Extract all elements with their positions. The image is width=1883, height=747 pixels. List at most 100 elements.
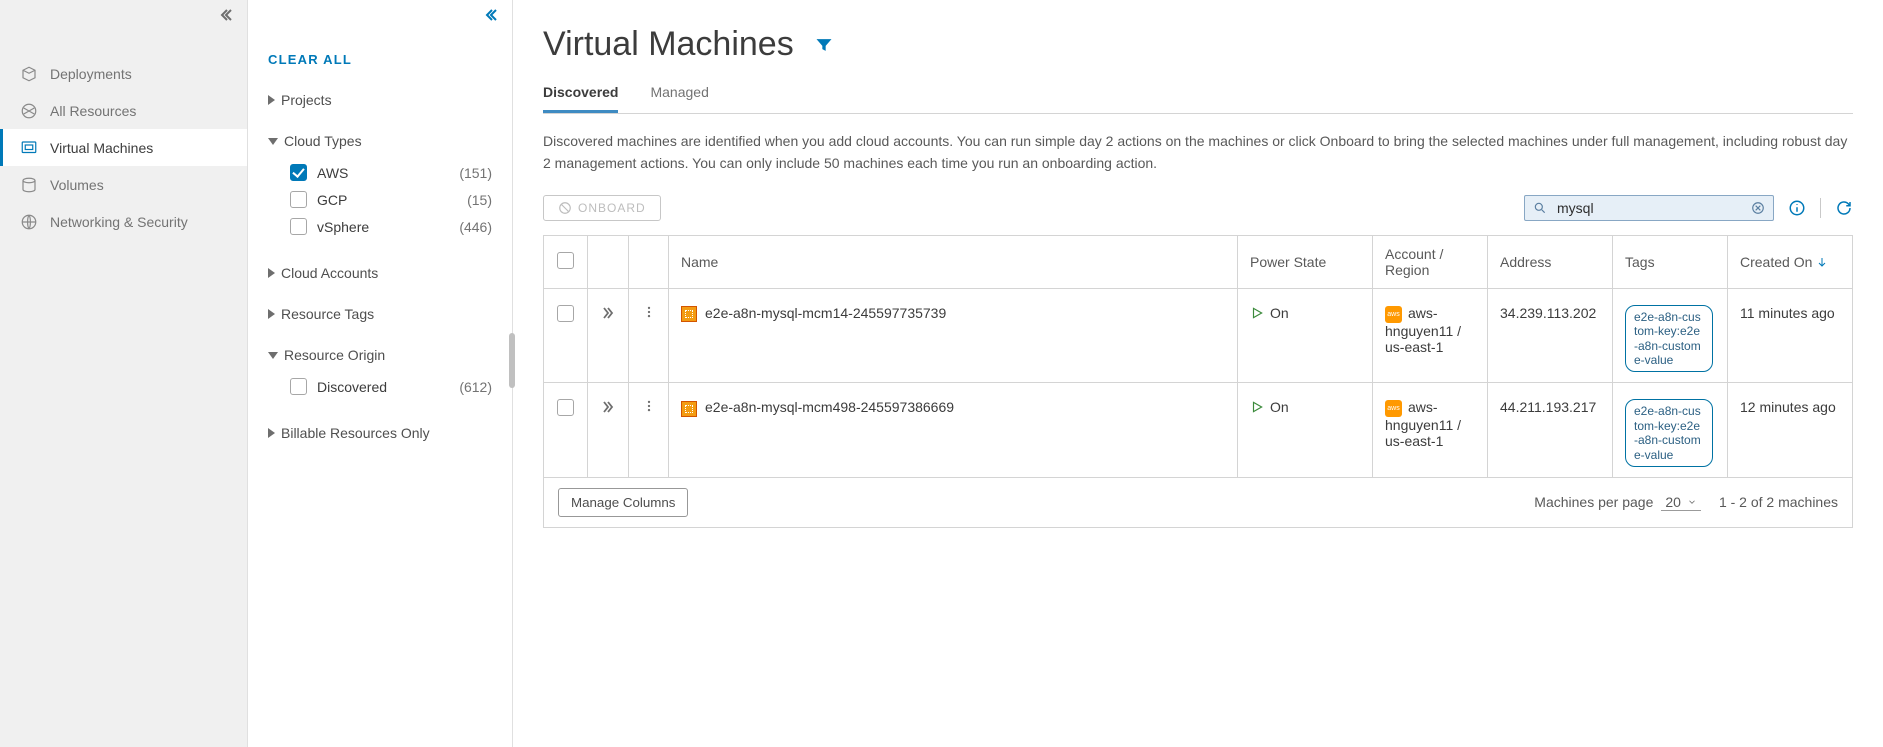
created-on: 11 minutes ago [1728, 288, 1853, 383]
sidebar-item-volumes[interactable]: Volumes [0, 166, 247, 203]
chevron-right-icon [268, 95, 275, 105]
select-all-checkbox[interactable] [557, 252, 574, 269]
per-page-label: Machines per page [1534, 494, 1653, 510]
option-label: Discovered [317, 379, 387, 395]
onboard-button[interactable]: ONBOARD [543, 195, 661, 221]
table-footer: Manage Columns Machines per page 20 1 - … [543, 478, 1853, 528]
clear-all-filters[interactable]: CLEAR ALL [268, 52, 492, 67]
col-address[interactable]: Address [1488, 235, 1613, 288]
tag-chip[interactable]: e2e-a8n-custom-key:e2e-a8n-custome-value [1625, 399, 1713, 467]
row-actions-icon[interactable] [642, 400, 656, 416]
col-account[interactable]: Account / Region [1373, 235, 1488, 288]
chevron-right-icon [268, 309, 275, 319]
collapse-sidebar-icon[interactable] [217, 7, 233, 23]
sort-desc-icon [1816, 256, 1828, 268]
option-count: (446) [459, 219, 492, 235]
resource-origin-discovered-checkbox[interactable]: Discovered [290, 378, 387, 395]
row-actions-icon[interactable] [642, 306, 656, 322]
filters-panel: CLEAR ALL Projects Cloud Types AWS (151) [248, 0, 513, 747]
divider [1820, 198, 1821, 218]
option-label: AWS [317, 165, 348, 181]
col-name[interactable]: Name [669, 235, 1238, 288]
collapse-filters-icon[interactable] [482, 7, 498, 23]
chevron-right-icon [268, 268, 275, 278]
facet-label: Billable Resources Only [281, 425, 430, 441]
search-icon [1533, 201, 1547, 215]
vm-icon [681, 401, 697, 417]
play-icon [1250, 306, 1264, 320]
aws-icon [1385, 306, 1402, 323]
facet-label: Projects [281, 92, 332, 108]
row-checkbox[interactable] [557, 399, 574, 416]
facet-label: Resource Tags [281, 306, 374, 322]
chevron-down-icon [268, 352, 278, 359]
power-state: On [1250, 399, 1289, 415]
option-count: (612) [459, 379, 492, 395]
vm-name[interactable]: e2e-a8n-mysql-mcm498-245597386669 [705, 399, 954, 415]
sidebar-item-virtual-machines[interactable]: Virtual Machines [0, 129, 247, 166]
col-created[interactable]: Created On [1728, 235, 1853, 288]
page-description: Discovered machines are identified when … [543, 130, 1853, 175]
table-row: e2e-a8n-mysql-mcm498-245597386669Onaws-h… [544, 383, 1853, 478]
table-header-row: Name Power State Account / Region Addres… [544, 235, 1853, 288]
expand-row-icon[interactable] [600, 402, 616, 418]
address: 34.239.113.202 [1488, 288, 1613, 383]
option-label: GCP [317, 192, 347, 208]
sidebar-item-label: All Resources [50, 103, 136, 119]
sidebar-item-all-resources[interactable]: All Resources [0, 92, 247, 129]
sidebar-item-label: Deployments [50, 66, 132, 82]
option-count: (15) [467, 192, 492, 208]
primary-sidebar: Deployments All Resources Virtual Machin… [0, 0, 248, 747]
per-page-value: 20 [1665, 494, 1681, 510]
onboard-label: ONBOARD [578, 201, 646, 215]
vm-table: Name Power State Account / Region Addres… [543, 235, 1853, 478]
vm-icon [681, 306, 697, 322]
col-label: Created On [1740, 254, 1812, 270]
facet-projects-toggle[interactable]: Projects [268, 92, 492, 108]
cloud-type-vsphere-checkbox[interactable]: vSphere [290, 218, 369, 235]
address: 44.211.193.217 [1488, 383, 1613, 478]
sidebar-item-deployments[interactable]: Deployments [0, 55, 247, 92]
play-icon [1250, 400, 1264, 414]
row-checkbox[interactable] [557, 305, 574, 322]
facet-label: Cloud Types [284, 133, 362, 149]
search-input[interactable] [1555, 199, 1743, 217]
tab-managed[interactable]: Managed [650, 74, 708, 113]
power-state: On [1250, 305, 1289, 321]
option-count: (151) [459, 165, 492, 181]
expand-row-icon[interactable] [600, 308, 616, 324]
search-box[interactable] [1524, 195, 1774, 221]
filter-icon[interactable] [814, 35, 834, 55]
facet-cloud-types-toggle[interactable]: Cloud Types [268, 133, 492, 149]
created-on: 12 minutes ago [1728, 383, 1853, 478]
scrollbar-thumb[interactable] [509, 333, 515, 388]
chevron-down-icon [1687, 497, 1697, 507]
facet-label: Resource Origin [284, 347, 385, 363]
clear-search-icon[interactable] [1751, 201, 1765, 215]
facet-billable-toggle[interactable]: Billable Resources Only [268, 425, 492, 441]
tab-discovered[interactable]: Discovered [543, 74, 618, 113]
tabs: Discovered Managed [543, 74, 1853, 114]
cloud-type-aws-checkbox[interactable]: AWS [290, 164, 348, 181]
page-title: Virtual Machines [543, 25, 1853, 64]
page-title-text: Virtual Machines [543, 25, 794, 64]
info-icon[interactable] [1788, 199, 1806, 217]
chevron-down-icon [268, 138, 278, 145]
col-tags[interactable]: Tags [1613, 235, 1728, 288]
chevron-right-icon [268, 428, 275, 438]
sidebar-item-label: Volumes [50, 177, 104, 193]
facet-resource-tags-toggle[interactable]: Resource Tags [268, 306, 492, 322]
facet-resource-origin-toggle[interactable]: Resource Origin [268, 347, 492, 363]
per-page-select[interactable]: 20 [1661, 494, 1701, 511]
tag-chip[interactable]: e2e-a8n-custom-key:e2e-a8n-custome-value [1625, 305, 1713, 373]
vm-name[interactable]: e2e-a8n-mysql-mcm14-245597735739 [705, 305, 946, 321]
sidebar-item-networking-security[interactable]: Networking & Security [0, 203, 247, 240]
facet-cloud-accounts-toggle[interactable]: Cloud Accounts [268, 265, 492, 281]
sidebar-item-label: Virtual Machines [50, 140, 153, 156]
manage-columns-button[interactable]: Manage Columns [558, 488, 688, 517]
pagination-range: 1 - 2 of 2 machines [1719, 494, 1838, 510]
col-power[interactable]: Power State [1238, 235, 1373, 288]
table-row: e2e-a8n-mysql-mcm14-245597735739Onaws-hn… [544, 288, 1853, 383]
refresh-icon[interactable] [1835, 199, 1853, 217]
cloud-type-gcp-checkbox[interactable]: GCP [290, 191, 347, 208]
